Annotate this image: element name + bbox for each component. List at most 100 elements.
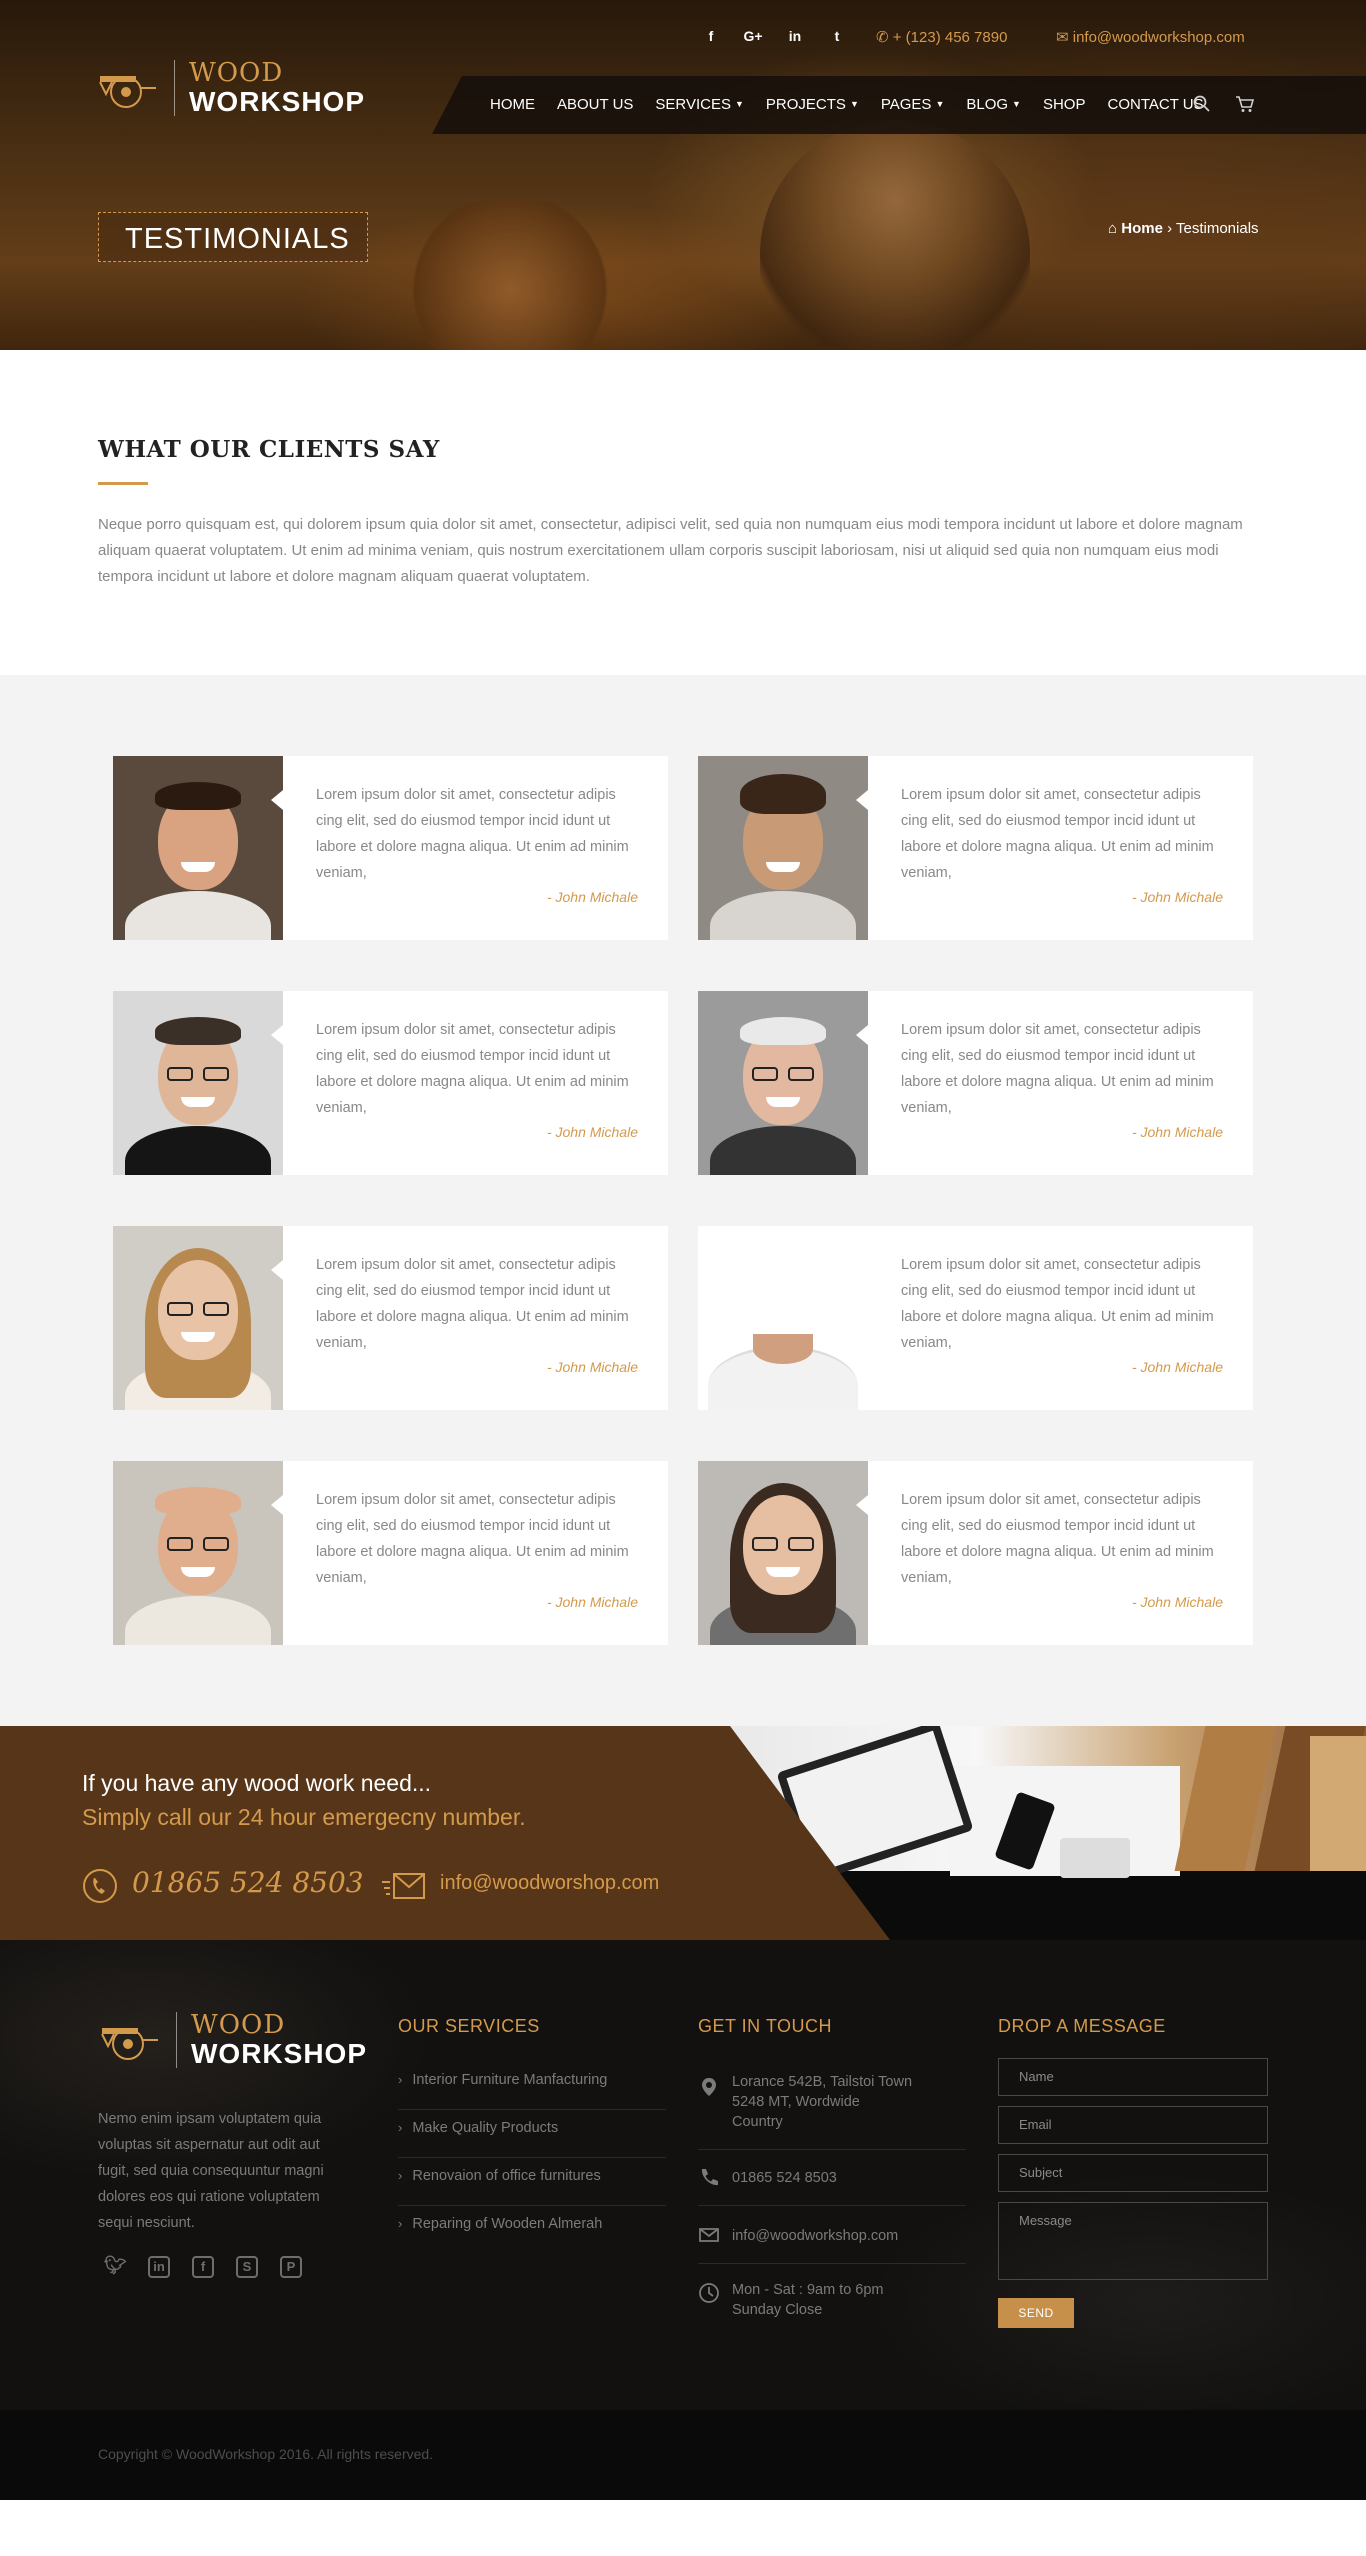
cart-icon[interactable] [1234, 94, 1256, 114]
skype-icon[interactable]: S [236, 2256, 258, 2278]
section-heading: WHAT OUR CLIENTS SAY [98, 436, 440, 463]
testimonial-card: Lorem ipsum dolor sit amet, consectetur … [698, 756, 1253, 940]
cta-phone[interactable]: 01865 524 8503 [132, 1866, 364, 1899]
heading-underline [98, 482, 148, 485]
nav-item-projects[interactable]: PROJECTS ▼ [766, 96, 859, 113]
service-link[interactable]: › Reparing of Wooden Almerah [398, 2206, 666, 2254]
client-photo [698, 1226, 868, 1410]
caret-down-icon: ▼ [735, 99, 744, 109]
copyright-bar: Copyright © WoodWorkshop 2016. All right… [0, 2410, 1366, 2500]
testimonial-quote: Lorem ipsum dolor sit amet, consectetur … [901, 1257, 1214, 1351]
linkedin-icon[interactable]: in [148, 2256, 170, 2278]
contact-title: GET IN TOUCH [698, 2016, 833, 2036]
contact-hours: Mon - Sat : 9am to 6pm Sunday Close [698, 2264, 966, 2334]
name-field[interactable]: Name [998, 2058, 1268, 2096]
linkedin-icon[interactable]: in [784, 28, 806, 44]
message-field[interactable]: Message [998, 2202, 1268, 2280]
testimonial-quote: Lorem ipsum dolor sit amet, consectetur … [316, 1492, 629, 1586]
testimonial-card: Lorem ipsum dolor sit amet, consectetur … [113, 991, 668, 1175]
topbar-phone[interactable]: ✆ + (123) 456 7890 [876, 28, 1007, 46]
footer-logo[interactable]: WOOD WORKSHOP [98, 2012, 367, 2068]
twitter-icon[interactable]: t [826, 28, 848, 44]
logo-workshop: WORKSHOP [189, 86, 365, 117]
chevron-right-icon: › [398, 2216, 403, 2231]
message-title: DROP A MESSAGE [998, 2016, 1166, 2036]
send-button[interactable]: SEND [998, 2298, 1074, 2328]
testimonial-quote: Lorem ipsum dolor sit amet, consectetur … [901, 1022, 1214, 1116]
breadcrumb-home[interactable]: Home [1121, 220, 1163, 237]
page-header: f G+ in t ✆ + (123) 456 7890 ✉ info@wood… [0, 0, 1366, 350]
testimonial-author: - John Michale [1131, 889, 1223, 905]
map-pin-icon [702, 2078, 716, 2096]
services-title: OUR SERVICES [398, 2016, 540, 2036]
contact-phone[interactable]: 01865 524 8503 [698, 2150, 966, 2206]
caret-down-icon: ▼ [935, 99, 945, 109]
nav-item-home[interactable]: HOME [490, 96, 535, 113]
search-icon[interactable] [1192, 94, 1212, 114]
page-title: TESTIMONIALS [98, 212, 368, 262]
footer-about: Nemo enim ipsam voluptatem quia voluptas… [98, 2111, 324, 2231]
pinterest-icon[interactable]: P [280, 2256, 302, 2278]
testimonial-quote: Lorem ipsum dolor sit amet, consectetur … [316, 1022, 629, 1116]
contact-email[interactable]: info@woodworkshop.com [698, 2206, 966, 2264]
client-photo [113, 1461, 283, 1645]
saw-logo-icon [101, 2028, 158, 2060]
topbar-email[interactable]: ✉ info@woodworkshop.com [1056, 28, 1245, 46]
service-link[interactable]: › Renovaion of office furnitures [398, 2158, 666, 2206]
nav-item-shop[interactable]: SHOP [1043, 96, 1086, 113]
google-plus-icon[interactable]: G+ [742, 28, 764, 44]
service-link[interactable]: › Interior Furniture Manfacturing [398, 2062, 666, 2110]
testimonial-card: Lorem ipsum dolor sit amet, consectetur … [698, 1226, 1253, 1410]
calculator-image [1060, 1838, 1130, 1878]
subject-field[interactable]: Subject [998, 2154, 1268, 2192]
message-form: Name Email Subject Message SEND [998, 2058, 1268, 2328]
nav-item-about-us[interactable]: ABOUT US [557, 96, 633, 113]
chevron-right-icon: › [398, 2168, 403, 2183]
cta-line1: If you have any wood work need... [82, 1770, 432, 1796]
caret-down-icon: ▼ [849, 99, 859, 109]
testimonials-section: Lorem ipsum dolor sit amet, consectetur … [0, 675, 1366, 1726]
testimonial-quote: Lorem ipsum dolor sit amet, consectetur … [901, 787, 1214, 881]
caret-down-icon: ▼ [1012, 99, 1021, 109]
nav-item-services[interactable]: SERVICES ▼ [655, 96, 744, 113]
breadcrumb-current: Testimonials [1176, 220, 1259, 237]
nav-item-contact-us[interactable]: CONTACT US [1107, 96, 1203, 113]
footer-social: 🐦︎ in f S P [104, 2256, 302, 2278]
testimonial-card: Lorem ipsum dolor sit amet, consectetur … [113, 756, 668, 940]
intro-section: WHAT OUR CLIENTS SAY Neque porro quisqua… [0, 350, 1366, 675]
topbar-social: f G+ in t [700, 28, 848, 44]
nav-item-pages[interactable]: PAGES ▼ [881, 96, 945, 113]
testimonial-quote: Lorem ipsum dolor sit amet, consectetur … [316, 1257, 629, 1351]
phone-icon [83, 1869, 117, 1903]
testimonial-quote: Lorem ipsum dolor sit amet, consectetur … [901, 1492, 1214, 1586]
client-photo [113, 991, 283, 1175]
envelope-icon [699, 2228, 719, 2242]
service-link[interactable]: › Make Quality Products [398, 2110, 666, 2158]
testimonial-card: Lorem ipsum dolor sit amet, consectetur … [113, 1226, 668, 1410]
site-logo[interactable]: WOOD WORKSHOP [96, 58, 365, 118]
cta-email[interactable]: info@woodworshop.com [440, 1872, 659, 1895]
twitter-icon[interactable]: 🐦︎ [104, 2256, 127, 2278]
testimonial-author: - John Michale [546, 1359, 638, 1375]
logo-wood: WOOD [189, 58, 284, 88]
breadcrumb: ⌂ Home › Testimonials [1108, 220, 1259, 237]
call-to-action: If you have any wood work need... Simply… [0, 1726, 1366, 1940]
email-field[interactable]: Email [998, 2106, 1268, 2144]
envelope-icon [382, 1873, 425, 1899]
main-nav: HOME ABOUT US SERVICES ▼ PROJECTS ▼ PAGES ▼ BLOG… [432, 76, 1366, 134]
client-photo [698, 1461, 868, 1645]
facebook-icon[interactable]: f [192, 2256, 214, 2278]
nav-item-blog[interactable]: BLOG ▼ [966, 96, 1021, 113]
contact-list: Lorance 542B, Tailstoi Town 5248 MT, Wor… [698, 2062, 966, 2334]
chevron-right-icon: › [398, 2120, 403, 2135]
testimonial-card: Lorem ipsum dolor sit amet, consectetur … [698, 991, 1253, 1175]
services-list: › Interior Furniture Manfacturing › Make Q… [398, 2062, 666, 2254]
intro-text: Neque porro quisquam est, qui dolorem ip… [98, 516, 1243, 585]
facebook-icon[interactable]: f [700, 28, 722, 44]
client-photo [113, 756, 283, 940]
phone-icon: ✆ [876, 29, 889, 46]
clock-icon [699, 2283, 719, 2303]
testimonial-card: Lorem ipsum dolor sit amet, consectetur … [113, 1461, 668, 1645]
copyright-text: Copyright © WoodWorkshop 2016. All right… [98, 2446, 434, 2462]
cta-line2: Simply call our 24 hour emergecny number… [82, 1804, 526, 1830]
